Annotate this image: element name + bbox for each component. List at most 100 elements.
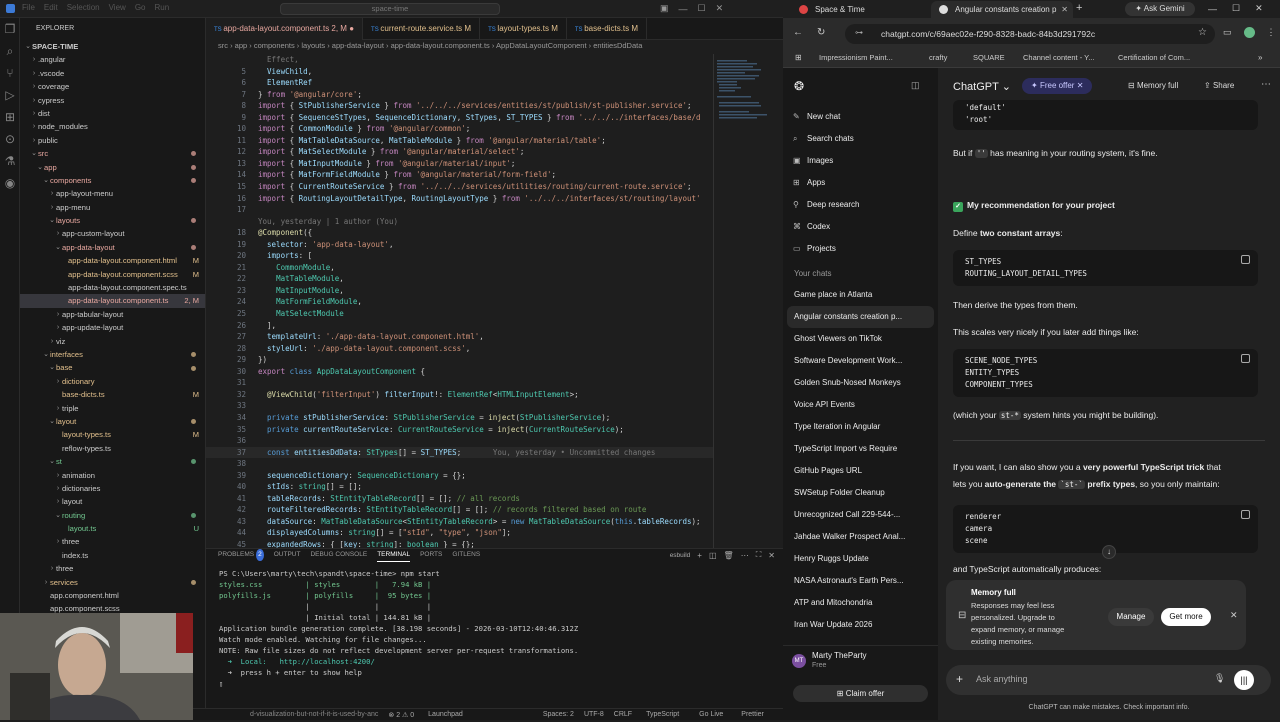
layout-icon[interactable]: ▣ (660, 3, 669, 14)
memory-full-indicator[interactable]: ⊟ Memory full (1128, 81, 1178, 90)
chat-history-item[interactable]: Angular constants creation p... (787, 306, 934, 328)
tree-item[interactable]: › layout (20, 495, 205, 508)
tree-item[interactable]: › dist (20, 107, 205, 120)
tree-item[interactable]: › three (20, 562, 205, 575)
close-icon[interactable]: ✕ (716, 3, 724, 14)
claim-offer-button[interactable]: ⊞ Claim offer (793, 685, 928, 702)
split-terminal-icon[interactable]: ◫ (709, 551, 717, 560)
tree-item[interactable]: › animation (20, 469, 205, 482)
tree-item[interactable]: › .angular (20, 53, 205, 66)
tree-item[interactable]: › services (20, 576, 205, 589)
chat-history-item[interactable]: Game place in Atlanta (783, 284, 938, 306)
tree-item[interactable]: ⌄ interfaces (20, 348, 205, 361)
tree-item[interactable]: ⌄ app-data-layout (20, 241, 205, 254)
tree-item[interactable]: base-dicts.ts M (20, 388, 205, 401)
tree-item[interactable]: ⌄ src (20, 147, 205, 160)
get-more-button[interactable]: Get more (1161, 608, 1211, 626)
menu-item[interactable]: Go (135, 3, 146, 12)
chat-history-item[interactable]: SWSetup Folder Cleanup (783, 482, 938, 504)
user-avatar[interactable]: MT (792, 654, 806, 668)
chat-history-item[interactable]: Golden Snub-Nosed Monkeys (783, 372, 938, 394)
close-sidebar-icon[interactable]: ◫ (911, 80, 920, 91)
tree-item[interactable]: › dictionaries (20, 482, 205, 495)
explorer-icon[interactable]: ❐ (0, 18, 20, 40)
source-control-icon[interactable]: ⑂ (0, 62, 20, 84)
editor-tab[interactable]: TS current-route.service.ts M (363, 18, 481, 40)
chat-history-item[interactable]: NASA Astronaut's Earth Pers... (783, 570, 938, 592)
chat-history-item[interactable]: TypeScript Import vs Require (783, 438, 938, 460)
more-options-icon[interactable]: ⋯ (1261, 79, 1271, 90)
manage-button[interactable]: Manage (1108, 608, 1154, 626)
tree-item[interactable]: › app-layout-menu (20, 187, 205, 200)
toast-close-icon[interactable]: ✕ (1230, 610, 1238, 621)
tree-item[interactable]: › three (20, 535, 205, 548)
code-editor[interactable]: Effect, 5 ViewChild, 6 ElementRef 7} from '… (206, 54, 713, 548)
menu-item[interactable]: View (109, 3, 126, 12)
chat-history-item[interactable]: Software Development Work... (783, 350, 938, 372)
microphone-icon[interactable]: 🎙 (1214, 673, 1225, 684)
breadcrumb[interactable]: src › app › components › layouts › app-d… (206, 40, 783, 52)
voice-mode-button[interactable]: ||| (1234, 670, 1254, 690)
editor-tab[interactable]: TS base-dicts.ts M (567, 18, 648, 40)
status-prettier[interactable]: Prettier (741, 711, 764, 718)
chat-history-item[interactable]: Jahdae Walker Prospect Anal... (783, 526, 938, 548)
menu-item[interactable]: Run (154, 3, 169, 12)
tree-item[interactable]: › app-update-layout (20, 321, 205, 334)
minimap[interactable] (713, 54, 773, 548)
tree-item[interactable]: ⌄ app (20, 161, 205, 174)
panel-tab[interactable]: OUTPUT (274, 549, 301, 561)
trash-icon[interactable]: 🗑 (724, 551, 734, 560)
extensions-icon[interactable]: ⊞ (0, 106, 20, 128)
tree-item[interactable]: app-data-layout.component.spec.ts (20, 281, 205, 294)
tree-item[interactable]: app.component.html (20, 589, 205, 602)
tree-item[interactable]: ⌄ base (20, 361, 205, 374)
minimize-icon[interactable]: — (679, 4, 688, 14)
status-encoding[interactable]: UTF-8 (584, 711, 604, 718)
maximize-icon[interactable]: ☐ (698, 3, 706, 14)
tree-item[interactable]: › cypress (20, 94, 205, 107)
tree-item[interactable]: › public (20, 134, 205, 147)
sidebar-nav-item[interactable]: ▣ Images (783, 150, 938, 172)
reload-icon[interactable]: ↻ (817, 27, 825, 38)
tree-item[interactable]: ⌄ layouts (20, 214, 205, 227)
tree-item[interactable]: › .vscode (20, 67, 205, 80)
menu-item[interactable]: File (22, 3, 35, 12)
terminal-shell-label[interactable]: esbuild (670, 552, 691, 559)
sidebar-nav-item[interactable]: ⌘ Codex (783, 216, 938, 238)
openai-logo-icon[interactable]: ❂ (794, 79, 804, 93)
status-golive[interactable]: Go Live (699, 711, 723, 718)
copy-icon[interactable] (1241, 510, 1250, 519)
scroll-down-button[interactable]: ↓ (1102, 545, 1116, 559)
copy-icon[interactable] (1241, 255, 1250, 264)
run-debug-icon[interactable]: ▷ (0, 84, 20, 106)
tree-item[interactable]: ⌄ SPACE-TIME (20, 40, 205, 53)
tab-close-icon[interactable]: ✕ (1061, 1, 1068, 18)
bookmark-4[interactable]: Certification of Com... (1118, 53, 1190, 62)
panel-tab[interactable]: DEBUG CONSOLE (310, 549, 367, 561)
panel-tab[interactable]: GITLENS (452, 549, 480, 561)
add-attachment-icon[interactable]: + (956, 672, 963, 686)
tree-item[interactable]: app-data-layout.component.scss M (20, 268, 205, 281)
browser-tab-chatgpt[interactable]: Angular constants creation p ✕ (931, 1, 1073, 18)
sidebar-nav-item[interactable]: ⚲ Deep research (783, 194, 938, 216)
bookmark-star-icon[interactable]: ☆ (1198, 27, 1207, 38)
chat-history-item[interactable]: Type Iteration in Angular (783, 416, 938, 438)
panel-tab[interactable]: PROBLEMS (218, 549, 254, 561)
tree-item[interactable]: › app-tabular-layout (20, 308, 205, 321)
chat-history-item[interactable]: Iran War Update 2026 (783, 614, 938, 636)
site-info-icon[interactable]: ⊶ (855, 28, 863, 37)
status-spaces[interactable]: Spaces: 2 (543, 711, 574, 718)
status-launchpad[interactable]: Launchpad (428, 711, 463, 718)
apps-icon[interactable]: ⊞ (795, 53, 802, 62)
menu-item[interactable]: Edit (44, 3, 58, 12)
close-icon[interactable]: ✕ (1255, 3, 1263, 14)
more-icon[interactable]: ⋯ (741, 551, 749, 560)
maximize-icon[interactable]: ☐ (1232, 3, 1240, 14)
close-panel-icon[interactable]: ✕ (768, 551, 775, 560)
chat-history-item[interactable]: ATP and Mitochondria (783, 592, 938, 614)
tree-item[interactable]: app-data-layout.component.ts 2, M (20, 294, 205, 308)
sidebar-nav-item[interactable]: ✎ New chat (783, 106, 938, 128)
tree-item[interactable]: ⌄ routing (20, 509, 205, 522)
tree-item[interactable]: layout.ts U (20, 522, 205, 535)
url-bar[interactable]: ⊶ chatgpt.com/c/69aec02e-f290-8328-badc-… (845, 24, 1215, 44)
